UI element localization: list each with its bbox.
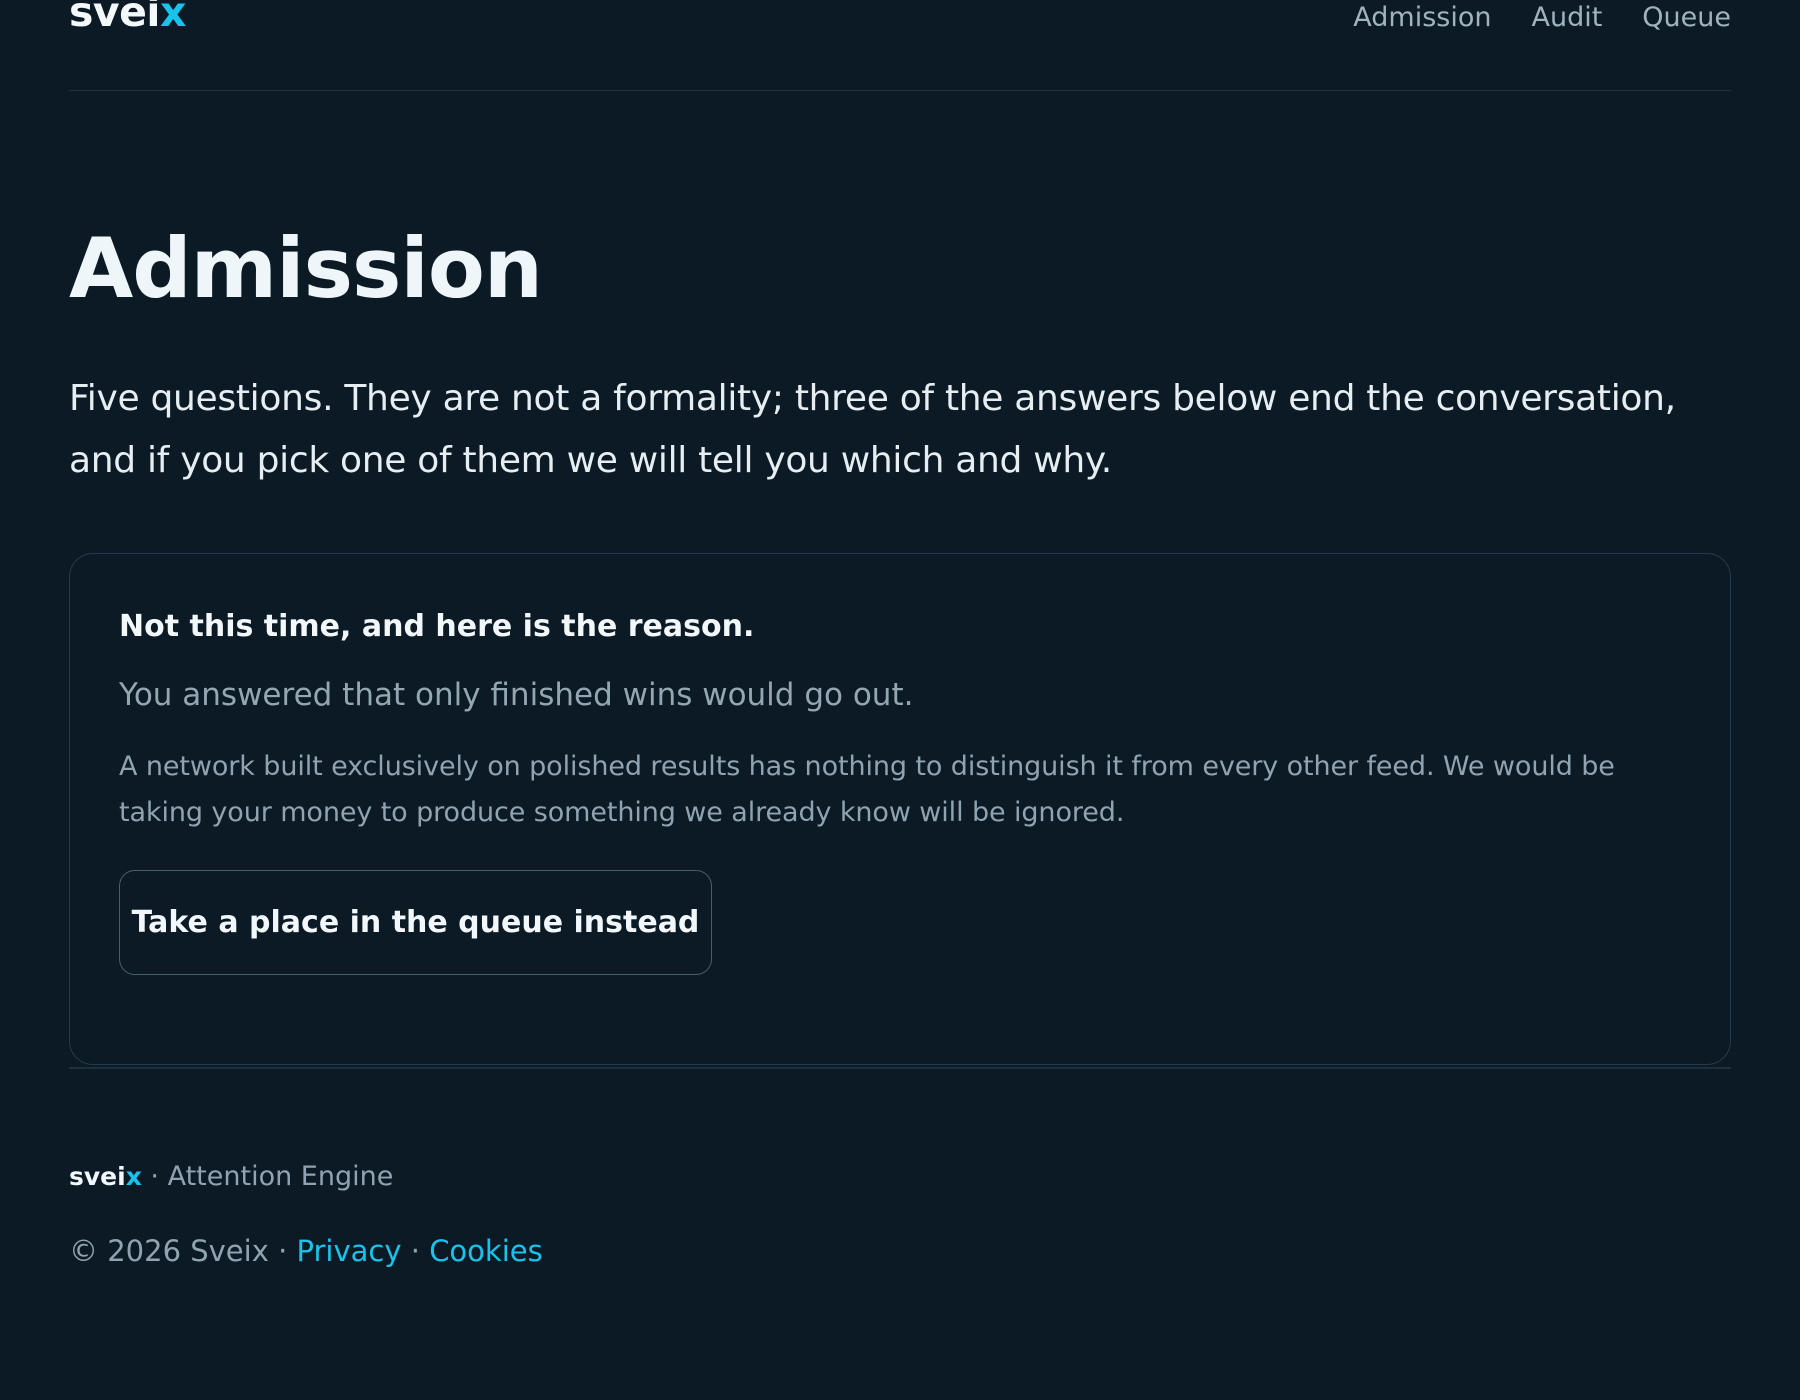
nav-admission[interactable]: Admission (1353, 4, 1491, 31)
footer-logo: sveix (69, 1162, 142, 1191)
site-header: sveix Admission Audit Queue (69, 0, 1731, 91)
page-title: Admission (69, 220, 543, 317)
footer-logo-accent: x (125, 1162, 142, 1191)
cookies-link[interactable]: Cookies (429, 1234, 543, 1268)
copyright: © 2026 Sveix (69, 1234, 269, 1268)
logo[interactable]: sveix (69, 0, 186, 33)
join-queue-button[interactable]: Take a place in the queue instead (119, 870, 712, 976)
page-lead: Five questions. They are not a formality… (69, 378, 1676, 481)
result-explanation: A network built exclusively on polished … (119, 751, 1615, 829)
footer-tagline: Attention Engine (167, 1161, 394, 1192)
footer-separator: · (141, 1161, 168, 1192)
result-card: Not this time, and here is the reason. Y… (69, 553, 1731, 1065)
footer-divider (69, 1067, 1731, 1069)
result-subtitle: You answered that only finished wins wou… (119, 677, 914, 713)
logo-main: svei (69, 0, 161, 36)
privacy-link[interactable]: Privacy (297, 1234, 402, 1268)
logo-accent: x (160, 0, 186, 36)
site-footer: sveix · Attention Engine © 2026 Sveix · … (69, 1163, 543, 1266)
footer-legal: © 2026 Sveix · Privacy · Cookies (69, 1237, 543, 1266)
footer-brand: sveix · Attention Engine (69, 1163, 543, 1190)
result-title: Not this time, and here is the reason. (119, 609, 755, 644)
legal-separator-2: · (401, 1234, 430, 1268)
legal-separator-1: · (268, 1234, 297, 1268)
footer-logo-main: svei (69, 1162, 126, 1191)
nav-queue[interactable]: Queue (1642, 4, 1731, 31)
nav-audit[interactable]: Audit (1531, 4, 1602, 31)
main-nav: Admission Audit Queue (1353, 4, 1731, 31)
